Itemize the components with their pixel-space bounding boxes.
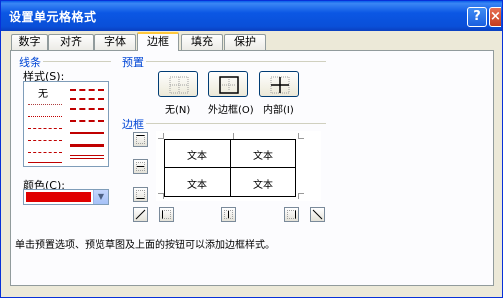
preview-inner-vertical-line <box>230 140 231 196</box>
presets-group-title: 预置 <box>122 56 144 69</box>
preview-cell-text: 文本 <box>253 151 273 162</box>
border-top-icon <box>136 135 145 144</box>
line-style-thick[interactable] <box>70 144 104 147</box>
line-color-swatch <box>26 192 91 202</box>
border-right-button[interactable] <box>284 207 299 222</box>
border-middle-vertical-button[interactable] <box>221 207 236 222</box>
line-style-double[interactable] <box>70 155 104 159</box>
line-style-dash-dot-dot[interactable] <box>28 128 62 129</box>
tab-protection[interactable]: 保护 <box>224 34 266 50</box>
preview-cell-text: 文本 <box>253 180 273 191</box>
border-middle-vertical-icon <box>224 210 233 219</box>
tab-number[interactable]: 数字 <box>11 34 48 50</box>
line-style-dash-dot[interactable] <box>28 140 62 141</box>
line-style-medium-dashed[interactable] <box>70 120 104 122</box>
border-diagonal-down-button[interactable] <box>310 207 325 222</box>
line-style-slanted-dash-dot[interactable] <box>70 98 104 100</box>
line-style-medium-dash-dot-dot[interactable] <box>70 89 104 91</box>
border-middle-horizontal-icon <box>136 162 145 171</box>
line-color-select[interactable]: ▼ <box>23 189 109 205</box>
preview-cell-text: 文本 <box>187 180 207 191</box>
preview-inner-horizontal-line <box>165 167 295 168</box>
border-left-icon <box>162 210 171 219</box>
presets-divider <box>146 61 326 62</box>
line-style-thin[interactable] <box>28 162 62 163</box>
line-group-divider <box>43 61 111 62</box>
border-left-button[interactable] <box>159 207 174 222</box>
preset-outline-label: 外边框(O) <box>208 105 254 116</box>
border-top-button[interactable] <box>133 132 148 147</box>
preview-cell-text: 文本 <box>187 151 207 162</box>
preset-outline-icon <box>219 76 239 94</box>
line-style-list[interactable]: 无 <box>23 81 109 167</box>
preset-none-label: 无(N) <box>165 105 191 116</box>
border-right-icon <box>287 210 296 219</box>
border-preview[interactable]: 文本 文本 文本 文本 <box>156 131 321 201</box>
help-button[interactable]: ? <box>467 7 487 27</box>
title-bar[interactable]: 设置单元格格式 ? × <box>1 1 502 31</box>
preview-corner-mark <box>298 193 304 199</box>
line-style-dashed[interactable] <box>28 152 62 153</box>
preset-none-button[interactable] <box>158 71 198 97</box>
preview-corner-mark <box>298 133 304 139</box>
line-style-medium[interactable] <box>70 132 104 134</box>
preset-inside-label: 内部(I) <box>263 105 294 116</box>
border-bottom-button[interactable] <box>133 187 148 202</box>
line-style-dotted[interactable] <box>28 116 62 117</box>
hint-text: 单击预置选项、预览草图及上面的按钮可以添加边框样式。 <box>15 240 275 251</box>
preset-none-icon <box>169 76 189 94</box>
dialog-title: 设置单元格格式 <box>9 10 97 24</box>
border-divider <box>146 123 326 124</box>
border-group-title: 边框 <box>122 118 144 131</box>
format-cells-dialog: 设置单元格格式 ? × 数字 对齐 字体 边框 填充 保护 线条 样式(S): … <box>0 0 503 298</box>
border-bottom-icon <box>136 190 145 199</box>
tab-font[interactable]: 字体 <box>94 34 136 50</box>
line-style-hair[interactable] <box>28 104 62 105</box>
chevron-down-icon[interactable]: ▼ <box>93 190 108 204</box>
preset-outline-button[interactable] <box>208 71 248 97</box>
line-style-none[interactable]: 无 <box>38 85 48 100</box>
border-diagonal-up-button[interactable] <box>133 207 148 222</box>
preview-grid: 文本 文本 文本 文本 <box>164 139 296 197</box>
tab-alignment[interactable]: 对齐 <box>48 34 94 50</box>
line-style-medium-dash-dot[interactable] <box>70 108 104 110</box>
tab-border[interactable]: 边框 <box>137 32 179 51</box>
tab-fill[interactable]: 填充 <box>181 34 223 50</box>
preset-inside-icon <box>270 76 290 94</box>
diagonal-down-icon <box>312 209 323 220</box>
preset-inside-button[interactable] <box>259 71 299 97</box>
close-button[interactable]: × <box>489 7 501 27</box>
border-middle-horizontal-button[interactable] <box>133 159 148 174</box>
diagonal-up-icon <box>135 209 146 220</box>
